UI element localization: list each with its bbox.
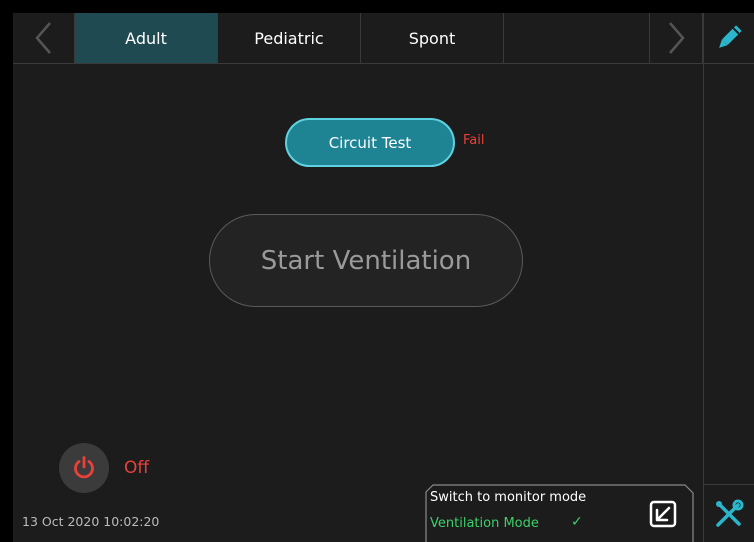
edit-button[interactable] bbox=[704, 13, 754, 64]
chevron-right-icon bbox=[669, 22, 685, 54]
date-time: 13 Oct 2020 10:02:20 bbox=[22, 514, 160, 529]
check-icon: ✓ bbox=[571, 514, 583, 530]
tab-spont[interactable]: Spont bbox=[361, 13, 504, 63]
mode-tab-bar: Adult Pediatric Spont bbox=[13, 13, 703, 64]
next-tab-button[interactable] bbox=[650, 13, 703, 63]
tools-button[interactable] bbox=[704, 484, 754, 542]
switch-monitor-mode-label: Switch to monitor mode bbox=[430, 490, 587, 505]
tab-empty-slot bbox=[504, 13, 650, 63]
chevron-left-icon bbox=[34, 22, 51, 54]
previous-tab-button[interactable] bbox=[13, 13, 75, 63]
tab-adult[interactable]: Adult bbox=[75, 13, 218, 63]
ventilation-mode-label: Ventilation Mode bbox=[430, 516, 539, 531]
start-ventilation-button[interactable]: Start Ventilation bbox=[209, 214, 523, 307]
power-icon bbox=[74, 456, 94, 479]
wrench-screwdriver-icon bbox=[716, 499, 744, 527]
right-sidebar bbox=[703, 13, 754, 542]
pencil-icon bbox=[719, 25, 742, 48]
circuit-test-button[interactable]: Circuit Test bbox=[285, 118, 455, 167]
arrow-down-left-box-icon[interactable] bbox=[647, 498, 679, 530]
power-state-label: Off bbox=[124, 458, 150, 478]
circuit-test-status: Fail bbox=[463, 133, 485, 148]
power-button[interactable] bbox=[59, 443, 109, 493]
tab-pediatric[interactable]: Pediatric bbox=[218, 13, 361, 63]
